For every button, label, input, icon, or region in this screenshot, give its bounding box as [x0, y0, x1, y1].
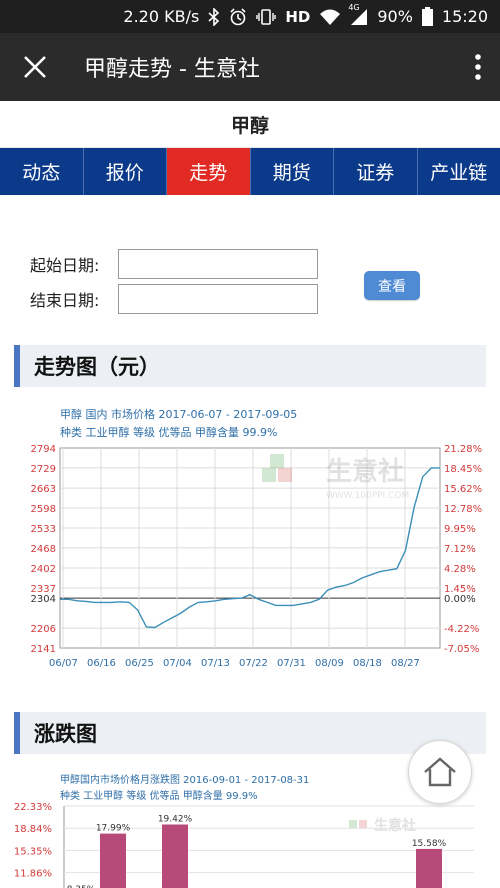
y-left-tick-label: 2304	[31, 594, 56, 605]
chart2-title: 甲醇国内市场价格月涨跌图 2016-09-01 - 2017-08-31	[60, 773, 309, 786]
start-date-label: 起始日期:	[30, 256, 100, 275]
lte-label: 4G	[348, 2, 360, 12]
tab-trend[interactable]: 走势	[167, 148, 251, 195]
end-date-input[interactable]	[118, 284, 318, 314]
change-bar	[416, 848, 442, 888]
y-tick-label: 15.35%	[14, 846, 52, 857]
y-left-tick-label: 2729	[31, 464, 56, 475]
bar-value-label: 19.42%	[158, 815, 193, 825]
close-button[interactable]	[0, 33, 70, 101]
y-left-tick-label: 2468	[31, 544, 56, 555]
y-right-tick-label: 4.28%	[444, 564, 476, 575]
bar-value-label: 15.58%	[412, 839, 447, 849]
bluetooth-icon	[208, 7, 220, 26]
change-bar	[100, 833, 126, 888]
y-left-tick-label: 2402	[31, 564, 56, 575]
y-left-tick-label: 2206	[31, 624, 56, 635]
price-trend-chart-svg: 甲醇 国内 市场价格 2017-06-07 - 2017-09-05 种类 工业…	[31, 407, 483, 669]
start-date-row: 起始日期:	[30, 249, 318, 279]
chart-title: 甲醇 国内 市场价格 2017-06-07 - 2017-09-05	[60, 407, 297, 421]
watermark-logo: 生意社 WWW.100PPI.COM	[262, 454, 409, 501]
clock: 15:20	[441, 7, 488, 26]
y-right-tick-label: 9.95%	[444, 524, 476, 535]
y-right-tick-label: 12.78%	[444, 504, 482, 515]
y-right-tick-label: 18.45%	[444, 464, 482, 475]
wifi-icon	[319, 8, 341, 26]
category-nav: 动态 报价 走势 期货 证券 产业链	[0, 148, 500, 195]
tab-securities[interactable]: 证券	[334, 148, 418, 195]
change-bar	[162, 824, 188, 888]
y-right-tick-label: 7.12%	[444, 544, 476, 555]
tab-industry-chain[interactable]: 产业链	[418, 148, 500, 195]
y-left-tick-label: 2598	[31, 504, 56, 515]
home-button[interactable]	[408, 740, 472, 804]
chart2-subtitle: 种类 工业甲醇 等级 优等品 甲醇含量 99.9%	[60, 789, 258, 802]
signal-icon: 4G	[348, 3, 368, 26]
tab-quotes[interactable]: 报价	[84, 148, 167, 195]
query-button[interactable]: 查看	[364, 271, 420, 300]
y-left-tick-label: 2141	[31, 644, 56, 655]
x-tick-label: 06/25	[125, 658, 154, 669]
watermark-brand: 生意社	[326, 456, 404, 487]
y-right-tick-label: 15.62%	[444, 484, 482, 495]
x-tick-label: 08/27	[391, 658, 420, 669]
watermark2-logo: 生意社	[349, 817, 416, 834]
chart-subtitle: 种类 工业甲醇 等级 优等品 甲醇含量 99.9%	[60, 425, 277, 439]
alarm-icon	[229, 7, 247, 26]
window-title: 甲醇走势 - 生意社	[84, 57, 260, 82]
end-date-row: 结束日期:	[30, 284, 318, 314]
net-speed: 2.20 KB/s	[123, 7, 200, 26]
x-tick-label: 07/04	[163, 658, 192, 669]
y-right-tick-label: -4.22%	[444, 624, 479, 635]
chart2-axes: 22.33%18.84%15.35%11.86%8.37%	[14, 802, 474, 888]
price-trend-chart: 甲醇 国内 市场价格 2017-06-07 - 2017-09-05 种类 工业…	[14, 398, 486, 676]
y-tick-label: 22.33%	[14, 802, 52, 813]
page-title: 甲醇	[0, 101, 500, 148]
x-tick-label: 06/07	[49, 658, 78, 669]
y-left-tick-label: 2794	[31, 444, 56, 455]
y-left-tick-label: 2533	[31, 524, 56, 535]
battery-percent: 90%	[377, 7, 413, 26]
watermark-url: WWW.100PPI.COM	[326, 491, 409, 501]
bar-value-label: 17.99%	[96, 824, 131, 834]
home-icon	[424, 757, 456, 787]
y-right-tick-label: 21.28%	[444, 444, 482, 455]
close-icon	[24, 56, 46, 78]
y-tick-label: 11.86%	[14, 869, 52, 880]
y-right-tick-label: 0.00%	[444, 594, 476, 605]
change-section-heading: 涨跌图	[14, 712, 486, 754]
trend-section-heading: 走势图（元）	[14, 345, 486, 387]
start-date-input[interactable]	[118, 249, 318, 279]
tab-futures[interactable]: 期货	[251, 148, 334, 195]
y-right-tick-label: -7.05%	[444, 644, 479, 655]
vibrate-icon	[256, 8, 277, 26]
more-vertical-icon	[475, 54, 481, 80]
status-bar: 2.20 KB/s HD 4G 90% 15:20	[0, 0, 500, 33]
x-tick-label: 08/18	[353, 658, 382, 669]
x-tick-label: 07/13	[201, 658, 230, 669]
x-tick-label: 08/09	[315, 658, 344, 669]
watermark2-brand: 生意社	[374, 817, 416, 834]
y-tick-label: 18.84%	[14, 824, 52, 835]
x-tick-label: 07/22	[239, 658, 268, 669]
y-left-tick-label: 2663	[31, 484, 56, 495]
hd-indicator: HD	[285, 7, 311, 26]
chart-axes: 2794 21.28% 2729 18.45% 2663 15.62% 2598 12.78%…	[31, 444, 483, 669]
x-tick-label: 07/31	[277, 658, 306, 669]
x-tick-label: 06/16	[87, 658, 116, 669]
tab-news[interactable]: 动态	[0, 148, 84, 195]
more-menu-button[interactable]	[456, 33, 500, 101]
battery-icon	[421, 7, 433, 26]
app-title-bar: 甲醇走势 - 生意社	[0, 33, 500, 101]
end-date-label: 结束日期:	[30, 291, 100, 310]
